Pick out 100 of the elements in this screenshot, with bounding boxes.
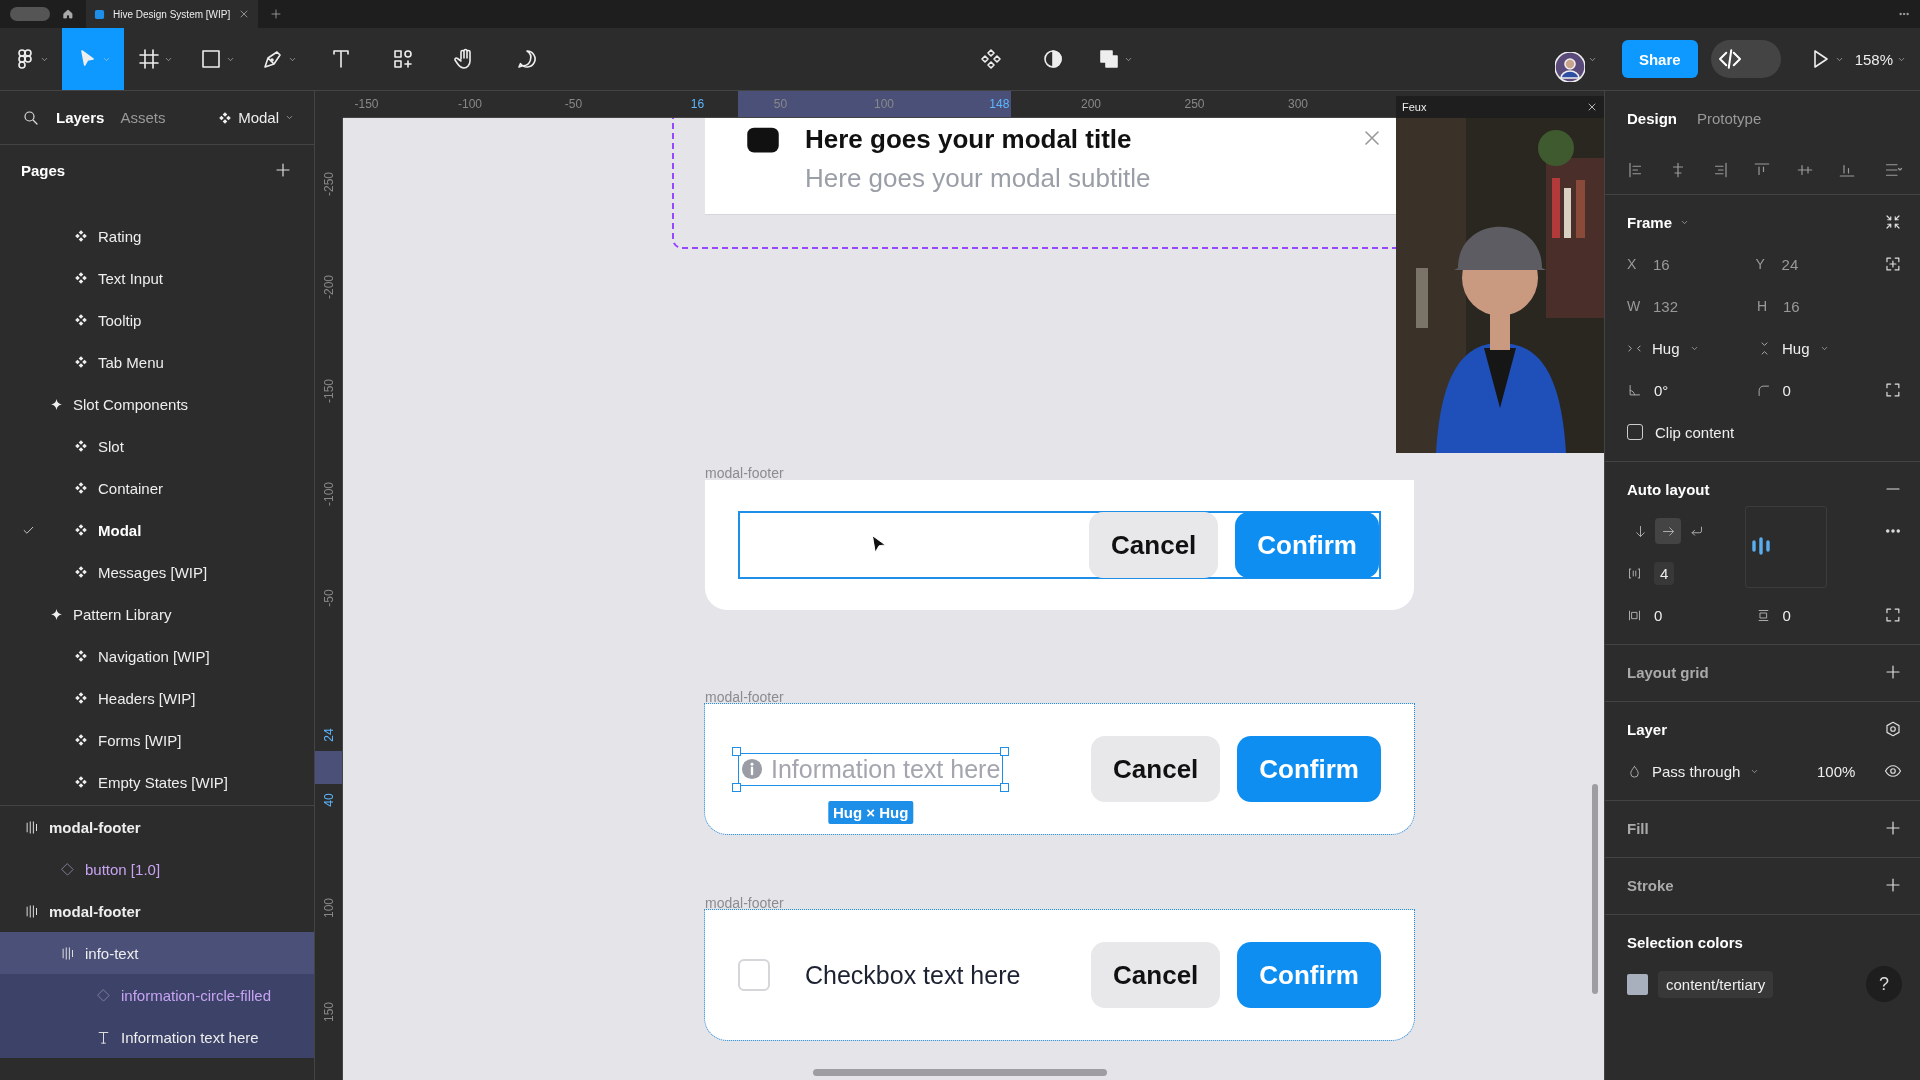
rotation-icon xyxy=(1627,382,1642,398)
color-swatch[interactable] xyxy=(1627,973,1648,995)
frame-label: modal-footer xyxy=(705,465,784,481)
field-label: H xyxy=(1757,298,1769,314)
cancel-button[interactable]: Cancel xyxy=(1089,512,1219,578)
avatar[interactable] xyxy=(1554,52,1585,82)
help-button[interactable]: ? xyxy=(1866,966,1902,1002)
size-badge: Hug × Hug xyxy=(827,800,914,824)
resize-handle[interactable] xyxy=(732,746,741,756)
vertical-padding-icon xyxy=(1755,607,1771,623)
close-icon[interactable] xyxy=(1586,101,1598,113)
page-item[interactable]: Pattern Library xyxy=(73,605,172,623)
add-icon[interactable] xyxy=(274,161,292,179)
ruler-label: 150 xyxy=(322,1001,336,1022)
page-item[interactable]: Container xyxy=(98,479,164,497)
layer-row[interactable]: modal-footer xyxy=(0,890,314,932)
resize-handle[interactable] xyxy=(732,782,741,792)
padding-icon[interactable] xyxy=(1884,606,1902,624)
focus-icon[interactable] xyxy=(1884,255,1902,273)
page-item[interactable]: Text Input xyxy=(98,269,164,287)
zoom-level[interactable]: 158% xyxy=(1854,50,1893,68)
checkbox[interactable] xyxy=(1627,424,1643,440)
value-field[interactable]: Hug xyxy=(1782,339,1810,357)
selection-outline[interactable]: Cancel Confirm xyxy=(738,511,1381,579)
checkbox-label: Clip content xyxy=(1655,423,1735,441)
page-item[interactable]: Rating xyxy=(98,227,142,245)
page-item[interactable]: Slot Components xyxy=(73,395,189,413)
sidebar-toggle[interactable] xyxy=(10,7,50,21)
new-tab-icon[interactable] xyxy=(270,8,283,20)
checkbox-label: Checkbox text here xyxy=(805,960,1022,990)
layer-name: modal-footer xyxy=(49,902,141,920)
caret-icon[interactable] xyxy=(285,113,294,122)
page-item[interactable]: Headers [WIP] xyxy=(98,689,196,707)
dev-mode-toggle[interactable] xyxy=(1710,40,1781,78)
page-item[interactable]: Navigation [WIP] xyxy=(98,647,210,665)
direction-button[interactable] xyxy=(1655,518,1681,544)
modal-subtitle: Here goes your modal subtitle xyxy=(805,163,1152,194)
section-title[interactable]: Frame xyxy=(1627,213,1673,231)
component-icon xyxy=(74,313,88,327)
cancel-button[interactable]: Cancel xyxy=(1091,736,1221,802)
collapse-icon[interactable] xyxy=(1884,213,1902,231)
value-field[interactable]: 16 xyxy=(1653,255,1670,273)
layer-row[interactable]: information-circle-filled xyxy=(0,974,314,1016)
cursor-icon xyxy=(870,533,888,555)
pages-heading: Pages xyxy=(21,161,66,179)
file-tab[interactable]: Hive Design System [WIP] xyxy=(86,0,259,28)
ruler-label: 100 xyxy=(874,97,894,111)
field-label: X xyxy=(1627,256,1638,272)
value-field[interactable]: 0 xyxy=(1782,606,1791,624)
page-item[interactable]: Empty States [WIP] xyxy=(98,773,229,791)
text-layer-icon xyxy=(96,1029,111,1045)
cancel-button[interactable]: Cancel xyxy=(1091,942,1221,1008)
home-icon[interactable] xyxy=(62,8,74,20)
panel-tab[interactable]: Assets xyxy=(120,109,166,126)
page-selector[interactable]: Modal xyxy=(238,109,279,126)
resize-handle[interactable] xyxy=(1000,782,1010,792)
layer-row[interactable]: Information text here xyxy=(0,1016,314,1058)
video-title: Feux xyxy=(1402,101,1427,113)
value-field[interactable]: 0° xyxy=(1654,381,1669,399)
add-icon[interactable] xyxy=(1884,876,1902,894)
color-style-name[interactable]: content/tertiary xyxy=(1658,970,1774,998)
search-icon[interactable] xyxy=(22,108,40,127)
opacity-field[interactable]: 100% xyxy=(1817,762,1856,780)
value-field[interactable]: 4 xyxy=(1654,561,1675,585)
page-item[interactable]: Modal xyxy=(98,521,142,539)
value-field[interactable]: 0 xyxy=(1654,606,1663,624)
blend-mode-select[interactable]: Pass through xyxy=(1652,762,1741,780)
instance-icon xyxy=(60,861,75,877)
component-icon xyxy=(74,271,88,285)
value-field[interactable]: 132 xyxy=(1653,297,1679,315)
value-field[interactable]: 16 xyxy=(1783,297,1800,315)
tab-title: Hive Design System [WIP] xyxy=(113,8,231,20)
layer-row[interactable]: info-text xyxy=(0,932,314,974)
ruler-label: -200 xyxy=(322,275,336,299)
scrollbar[interactable] xyxy=(1592,784,1598,994)
page-item[interactable]: Tooltip xyxy=(98,311,142,329)
component-icon xyxy=(74,775,88,789)
value-field[interactable]: 24 xyxy=(1781,255,1799,273)
add-icon[interactable] xyxy=(1884,819,1902,837)
layer-row[interactable]: button [1.0] xyxy=(0,848,314,890)
resize-handle[interactable] xyxy=(1000,746,1010,756)
styles-icon[interactable] xyxy=(1884,720,1902,738)
value-field[interactable]: Hug xyxy=(1652,339,1680,357)
independent-corners-icon[interactable] xyxy=(1884,381,1902,399)
panel-tab[interactable]: Layers xyxy=(56,109,105,126)
page-item[interactable]: Tab Menu xyxy=(98,353,164,371)
checkbox[interactable] xyxy=(738,959,770,991)
page-item[interactable]: Slot xyxy=(98,437,124,455)
ruler-label: -100 xyxy=(322,482,336,506)
page-item[interactable]: Messages [WIP] xyxy=(98,563,208,581)
scrollbar[interactable] xyxy=(813,1069,1107,1076)
alignment-grid[interactable] xyxy=(1745,506,1827,588)
layer-row[interactable]: modal-footer xyxy=(0,806,314,848)
visibility-icon[interactable] xyxy=(1884,762,1902,780)
add-icon[interactable] xyxy=(1884,663,1902,681)
page-item[interactable]: Forms [WIP] xyxy=(98,731,182,749)
panel-tab[interactable]: Prototype xyxy=(1697,109,1762,127)
ruler-highlight xyxy=(315,750,342,784)
panel-tab[interactable]: Design xyxy=(1627,109,1677,127)
value-field[interactable]: 0 xyxy=(1782,381,1791,399)
